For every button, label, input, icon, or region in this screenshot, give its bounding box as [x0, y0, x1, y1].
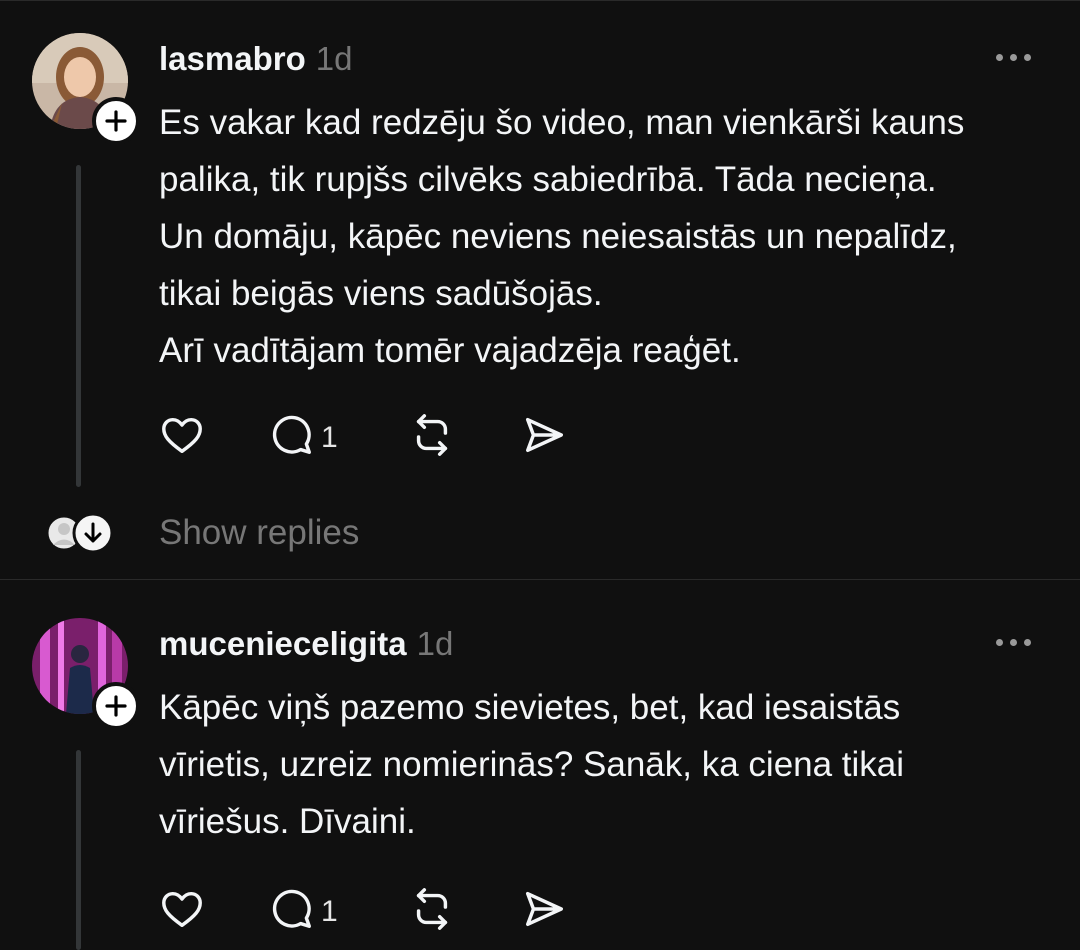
- post-mucenieceligita: mucenieceligita 1d Kāpēc viņš pazemo siev…: [0, 580, 1080, 950]
- more-icon[interactable]: [996, 639, 1031, 646]
- comment-button[interactable]: 1: [269, 886, 338, 937]
- repost-icon: [409, 412, 455, 463]
- timestamp: 1d: [416, 625, 454, 662]
- comment-icon: [269, 886, 315, 937]
- thread-line: [76, 750, 81, 950]
- share-icon: [521, 412, 567, 463]
- share-icon: [521, 886, 567, 937]
- follow-plus-icon[interactable]: [92, 682, 140, 730]
- like-button[interactable]: [159, 886, 205, 937]
- comment-icon: [269, 412, 315, 463]
- action-bar: 1: [159, 886, 599, 936]
- post-header: mucenieceligita 1d: [159, 625, 453, 663]
- action-bar: 1: [159, 412, 599, 462]
- repost-button[interactable]: [409, 412, 455, 463]
- timestamp: 1d: [315, 40, 353, 77]
- share-button[interactable]: [521, 886, 567, 937]
- reply-count: 1: [321, 420, 338, 454]
- post-text: Kāpēc viņš pazemo sievietes, bet, kad ie…: [159, 688, 905, 841]
- repost-button[interactable]: [409, 886, 455, 937]
- post-header: lasmabro 1d: [159, 40, 352, 78]
- more-icon[interactable]: [996, 54, 1031, 61]
- heart-icon: [159, 412, 205, 463]
- repost-icon: [409, 886, 455, 937]
- reply-avatars[interactable]: [44, 512, 116, 554]
- comment-button[interactable]: 1: [269, 412, 338, 463]
- thread-line: [76, 165, 81, 487]
- username[interactable]: lasmabro: [159, 40, 306, 77]
- show-replies-link[interactable]: Show replies: [159, 513, 359, 553]
- follow-plus-icon[interactable]: [92, 97, 140, 145]
- share-button[interactable]: [521, 412, 567, 463]
- heart-icon: [159, 886, 205, 937]
- avatar-lasmabro[interactable]: [32, 33, 140, 145]
- post-lasmabro: lasmabro 1d Es vakar kad redzēju šo video…: [0, 0, 1080, 580]
- reply-count: 1: [321, 894, 338, 928]
- like-button[interactable]: [159, 412, 205, 463]
- avatar-mucenieceligita[interactable]: [32, 618, 140, 730]
- username[interactable]: mucenieceligita: [159, 625, 407, 662]
- post-text: Es vakar kad redzēju šo video, man vienk…: [159, 103, 965, 370]
- arrow-down-icon: [72, 512, 114, 554]
